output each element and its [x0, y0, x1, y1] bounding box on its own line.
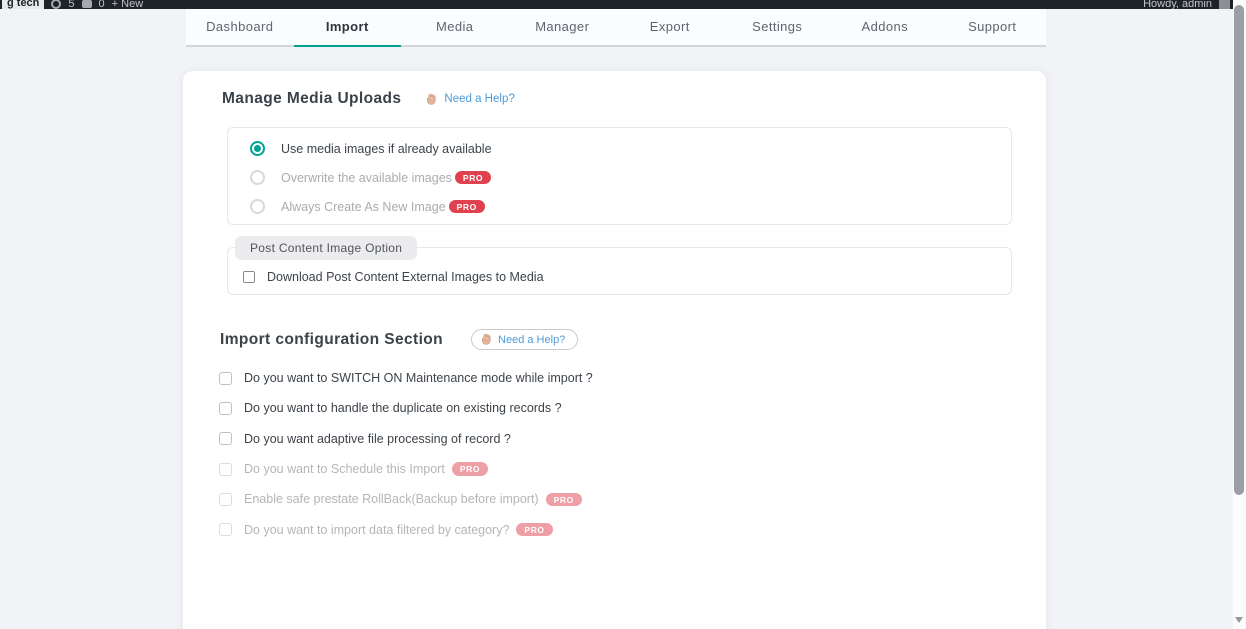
- main-card: Manage Media Uploads Need a Help? Use me…: [183, 71, 1046, 629]
- checkbox-label: Do you want adaptive file processing of …: [244, 432, 511, 446]
- need-help-button[interactable]: Need a Help?: [471, 329, 578, 350]
- tab-manager[interactable]: Manager: [509, 9, 617, 45]
- avatar: [1219, 0, 1230, 9]
- pro-badge: PRO: [516, 523, 552, 537]
- adaptive-processing-checkbox[interactable]: [219, 432, 232, 445]
- comment-count: 0: [99, 0, 105, 9]
- admin-bar-left: g tech 5 0 + New: [0, 0, 143, 9]
- download-external-images-row: Download Post Content External Images to…: [243, 270, 544, 284]
- radio-option-overwrite: Overwrite the available images PRO: [250, 163, 1011, 192]
- nav-tabs: Dashboard Import Media Manager Export Se…: [186, 9, 1046, 47]
- checkbox-label: Do you want to handle the duplicate on e…: [244, 401, 562, 415]
- hand-help-icon: [425, 93, 438, 106]
- handle-duplicate-checkbox[interactable]: [219, 402, 232, 415]
- tab-media[interactable]: Media: [401, 9, 509, 45]
- tab-support[interactable]: Support: [939, 9, 1047, 45]
- pro-badge: PRO: [546, 493, 582, 507]
- radio-label: Overwrite the available images: [281, 171, 452, 185]
- media-options-box: Use media images if already available Ov…: [227, 127, 1012, 225]
- checkbox-label: Do you want to SWITCH ON Maintenance mod…: [244, 371, 593, 385]
- admin-bar-right: Howdy, admin: [1143, 0, 1234, 9]
- post-content-image-option-box: Post Content Image Option Download Post …: [227, 247, 1012, 295]
- plugin-nav: Dashboard Import Media Manager Export Se…: [0, 9, 1246, 47]
- safe-rollback-checkbox: [219, 493, 232, 506]
- hand-help-icon: [480, 333, 493, 346]
- scrollbar-thumb[interactable]: [1234, 5, 1244, 495]
- config-row-filter-category: Do you want to import data filtered by c…: [219, 514, 593, 544]
- tab-export[interactable]: Export: [616, 9, 724, 45]
- pro-badge: PRO: [452, 462, 488, 476]
- need-help-label: Need a Help?: [498, 334, 565, 346]
- tab-addons[interactable]: Addons: [831, 9, 939, 45]
- admin-bar-new-button[interactable]: + New: [112, 0, 144, 9]
- media-section-title: Manage Media Uploads: [222, 90, 401, 108]
- radio-option-use-existing: Use media images if already available: [250, 134, 1011, 163]
- radio-button[interactable]: [250, 199, 265, 214]
- config-section-header: Import configuration Section Need a Help…: [220, 329, 578, 350]
- tab-dashboard[interactable]: Dashboard: [186, 9, 294, 45]
- config-checkbox-list: Do you want to SWITCH ON Maintenance mod…: [219, 363, 593, 545]
- checkbox-label: Do you want to Schedule this Import: [244, 462, 445, 476]
- maintenance-mode-checkbox[interactable]: [219, 372, 232, 385]
- radio-button[interactable]: [250, 141, 265, 156]
- checkbox-label: Enable safe prestate RollBack(Backup bef…: [244, 492, 539, 506]
- radio-option-create-new: Always Create As New Image PRO: [250, 192, 1011, 221]
- scrollbar[interactable]: [1233, 0, 1246, 629]
- radio-button[interactable]: [250, 170, 265, 185]
- media-section-header: Manage Media Uploads Need a Help?: [222, 90, 515, 108]
- config-row-schedule-import: Do you want to Schedule this Import PRO: [219, 454, 593, 484]
- config-row-maintenance-mode: Do you want to SWITCH ON Maintenance mod…: [219, 363, 593, 393]
- config-row-handle-duplicate: Do you want to handle the duplicate on e…: [219, 393, 593, 423]
- pro-badge: PRO: [449, 200, 485, 214]
- tab-import[interactable]: Import: [294, 9, 402, 45]
- pro-badge: PRO: [455, 171, 491, 185]
- post-content-legend: Post Content Image Option: [235, 236, 417, 260]
- need-help-link[interactable]: Need a Help?: [425, 93, 514, 106]
- config-row-adaptive-processing: Do you want adaptive file processing of …: [219, 424, 593, 454]
- need-help-label: Need a Help?: [444, 93, 514, 105]
- schedule-import-checkbox: [219, 463, 232, 476]
- admin-bar-howdy[interactable]: Howdy, admin: [1143, 0, 1212, 9]
- radio-label: Use media images if already available: [281, 142, 492, 156]
- checkbox-label: Do you want to import data filtered by c…: [244, 523, 509, 537]
- admin-bar-site-name[interactable]: g tech: [2, 0, 44, 9]
- download-external-images-checkbox[interactable]: [243, 271, 255, 283]
- update-count: 5: [68, 0, 74, 9]
- comments-bubble-icon[interactable]: [82, 0, 92, 8]
- admin-bar: g tech 5 0 + New Howdy, admin: [0, 0, 1234, 9]
- wordpress-logo-icon[interactable]: [51, 0, 61, 9]
- filter-category-checkbox: [219, 523, 232, 536]
- radio-label: Always Create As New Image: [281, 200, 446, 214]
- checkbox-label: Download Post Content External Images to…: [267, 270, 544, 284]
- tab-settings[interactable]: Settings: [724, 9, 832, 45]
- config-section-title: Import configuration Section: [220, 331, 443, 349]
- scrollbar-down-arrow-icon[interactable]: [1235, 617, 1243, 623]
- config-row-safe-rollback: Enable safe prestate RollBack(Backup bef…: [219, 484, 593, 514]
